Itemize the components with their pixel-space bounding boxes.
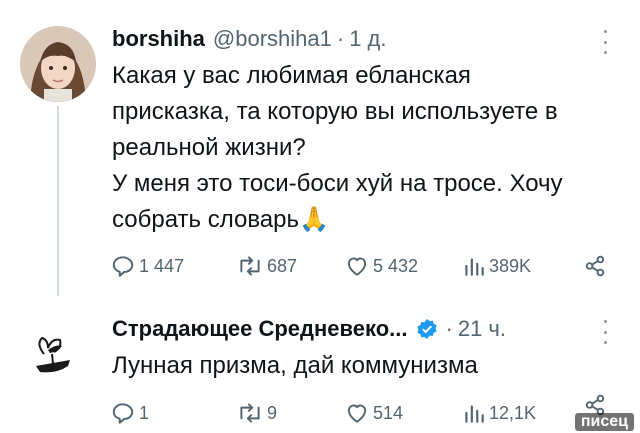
tweet-text: Какая у вас любимая ебланская присказка,… — [112, 62, 563, 233]
avatar[interactable] — [26, 326, 80, 380]
reply-button[interactable]: 1 — [110, 398, 149, 428]
like-count: 514 — [373, 402, 404, 423]
separator-dot: · — [445, 316, 453, 341]
action-bar: 1 9 514 12,1K — [110, 394, 620, 428]
more-options-icon[interactable] — [598, 30, 612, 54]
like-count: 5 432 — [373, 255, 419, 276]
author-handle[interactable]: @borshiha1 — [213, 26, 332, 52]
timestamp[interactable]: 21 ч. — [458, 316, 506, 342]
repost-icon — [240, 256, 260, 276]
tweet-1[interactable]: borshiha @borshiha1 · 1 д. Какая у вас л… — [0, 0, 640, 300]
tweet-2[interactable]: Страдающее Средневеко... · 21 ч. Лунная … — [0, 300, 640, 433]
like-button[interactable]: 5 432 — [344, 251, 418, 281]
share-button[interactable] — [582, 251, 608, 281]
share-icon — [585, 255, 605, 277]
views-icon — [465, 405, 484, 423]
verified-badge-icon — [416, 319, 437, 339]
views-button[interactable]: 12,1K — [462, 398, 536, 428]
separator-dot: · — [336, 26, 345, 51]
like-button[interactable]: 514 — [344, 398, 403, 428]
repost-button[interactable]: 687 — [236, 251, 297, 281]
views-count: 12,1K — [489, 402, 537, 423]
author-name[interactable]: borshiha — [112, 26, 205, 52]
repost-button[interactable]: 9 — [236, 398, 277, 428]
thread-line — [57, 106, 59, 296]
avatar[interactable] — [20, 26, 96, 102]
action-bar: 1 447 687 5 432 389K — [110, 251, 620, 281]
heart-icon — [347, 404, 367, 423]
reply-count: 1 — [139, 402, 150, 423]
watermark: писец — [574, 413, 634, 431]
tweet-header: Страдающее Средневеко... · 21 ч. — [112, 314, 506, 344]
reply-button[interactable]: 1 447 — [110, 251, 184, 281]
reply-icon — [112, 256, 134, 277]
views-button[interactable]: 389K — [462, 251, 531, 281]
repost-count: 687 — [267, 255, 298, 276]
more-options-icon[interactable] — [598, 320, 612, 344]
views-icon — [465, 258, 484, 276]
tweet-text: Лунная призма, дай коммунизма — [112, 352, 478, 379]
repost-icon — [240, 403, 260, 423]
author-name[interactable]: Страдающее Средневеко... — [112, 316, 408, 342]
views-count: 389K — [489, 255, 532, 276]
timestamp[interactable]: 1 д. — [349, 26, 386, 52]
heart-icon — [347, 257, 367, 276]
reply-count: 1 447 — [139, 255, 185, 276]
repost-count: 9 — [267, 402, 278, 423]
tweet-header: borshiha @borshiha1 · 1 д. — [112, 24, 387, 54]
reply-icon — [112, 403, 134, 424]
